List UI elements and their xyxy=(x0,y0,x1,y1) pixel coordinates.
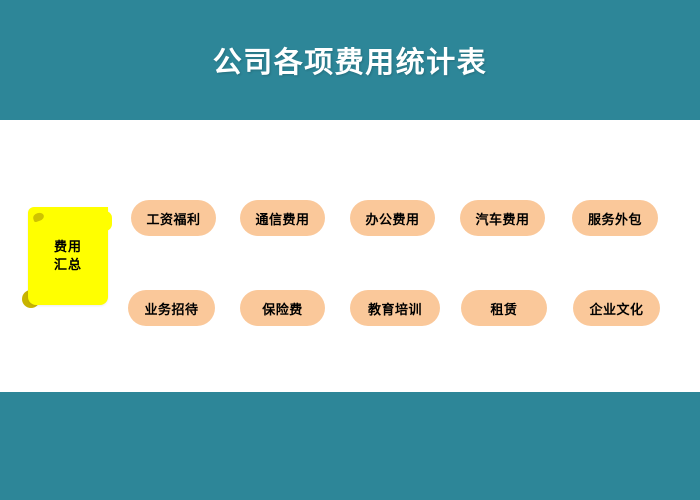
note-label: 费用 汇总 xyxy=(28,207,108,305)
expense-category-pill[interactable]: 办公费用 xyxy=(350,200,435,236)
expense-category-pill[interactable]: 通信费用 xyxy=(240,200,325,236)
page-title: 公司各项费用统计表 xyxy=(212,47,488,79)
expense-category-pill[interactable]: 工资福利 xyxy=(131,200,216,236)
expense-category-pill[interactable]: 企业文化 xyxy=(573,290,660,326)
expense-category-pill[interactable]: 业务招待 xyxy=(128,290,215,326)
slide-canvas: 公司各项费用统计表 费用 汇总 工资福利 通信费用 办公费用 汽车费用 服务外包业务招待… xyxy=(0,0,700,500)
expense-category-pill[interactable]: 租赁 xyxy=(461,290,547,326)
footer-band xyxy=(0,392,700,500)
expense-category-pill[interactable]: 保险费 xyxy=(240,290,325,326)
expense-category-pill[interactable]: 服务外包 xyxy=(572,200,658,236)
note-label-line2: 汇总 xyxy=(53,257,82,272)
expense-category-pill[interactable]: 教育培训 xyxy=(350,290,440,326)
expense-category-pill[interactable]: 汽车费用 xyxy=(460,200,545,236)
note-label-line1: 费用 xyxy=(53,239,82,254)
summary-sticky-note[interactable]: 费用 汇总 xyxy=(18,197,122,315)
